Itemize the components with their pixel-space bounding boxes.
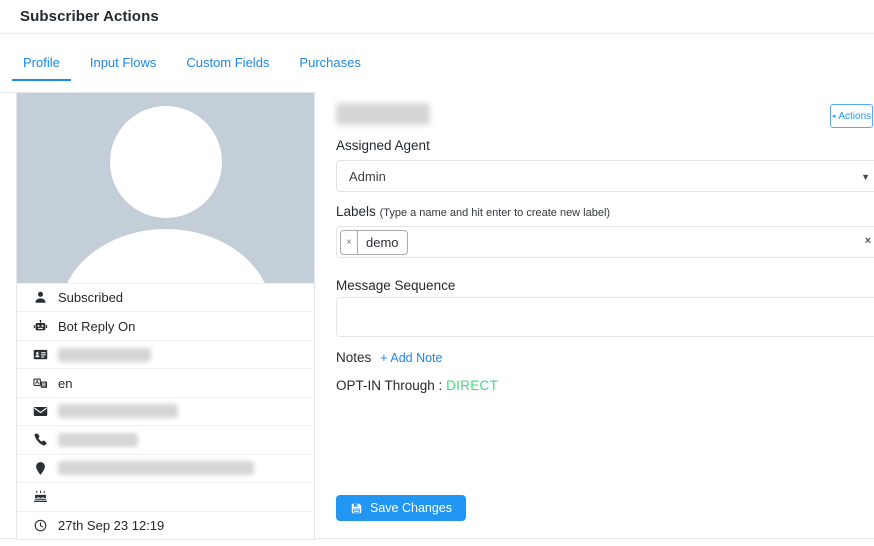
list-item-subscribed-date: 27th Sep 23 12:19 — [17, 511, 314, 539]
location-pin-icon — [32, 460, 48, 476]
header-bar: Subscriber Actions — [0, 0, 874, 34]
label-tag: × demo — [340, 230, 408, 255]
caret-left-icon: ◂ — [832, 113, 836, 120]
subscription-status-value: Subscribed — [58, 290, 123, 305]
language-icon: AB — [32, 375, 48, 391]
birthday-cake-icon — [32, 489, 48, 505]
language-value: en — [58, 376, 72, 391]
list-item-birthday — [17, 482, 314, 510]
list-item-subscriber-id — [17, 340, 314, 368]
person-icon — [32, 290, 48, 306]
tab-profile[interactable]: Profile — [12, 48, 71, 81]
list-item-subscription-status: Subscribed — [17, 283, 314, 311]
labels-hint: (Type a name and hit enter to create new… — [380, 207, 611, 219]
chevron-down-icon: ▼ — [861, 172, 870, 182]
message-sequence-label: Message Sequence — [336, 278, 455, 293]
list-item-language: AB en — [17, 368, 314, 396]
remove-tag-button[interactable]: × — [341, 231, 358, 254]
clock-icon — [32, 517, 48, 533]
avatar-placeholder-head — [110, 106, 222, 218]
list-item-bot-reply: Bot Reply On — [17, 311, 314, 339]
details-panel: ◂ Actions Assigned Agent Admin ▼ Labels … — [316, 92, 874, 538]
add-note-link[interactable]: + Add Note — [380, 351, 442, 365]
subscriber-actions-screen: Subscriber Actions Profile Input Flows C… — [0, 0, 874, 546]
actions-button-label: Actions — [838, 111, 871, 122]
redacted-phone — [58, 433, 138, 447]
label-tag-text: demo — [358, 231, 407, 254]
profile-attribute-list: Subscribed Bot Reply On AB en — [17, 283, 314, 539]
optin-row: OPT-IN Through : DIRECT — [336, 378, 498, 393]
assigned-agent-value: Admin — [349, 169, 386, 184]
list-item-location — [17, 454, 314, 482]
tab-purchases[interactable]: Purchases — [288, 48, 371, 81]
tab-bar: Profile Input Flows Custom Fields Purcha… — [12, 48, 380, 81]
page-title: Subscriber Actions — [20, 8, 159, 25]
avatar-placeholder-shoulders — [60, 229, 272, 283]
bot-reply-status-value: Bot Reply On — [58, 319, 135, 334]
clear-labels-button[interactable]: × — [865, 236, 871, 247]
save-floppy-icon — [350, 502, 363, 515]
redacted-subscriber-id — [58, 348, 151, 362]
redacted-email — [58, 404, 178, 418]
assigned-agent-label: Assigned Agent — [336, 138, 430, 153]
svg-text:A: A — [35, 380, 39, 386]
actions-button[interactable]: ◂ Actions — [830, 104, 873, 128]
notes-label: Notes — [336, 350, 371, 365]
robot-icon — [32, 318, 48, 334]
tab-input-flows[interactable]: Input Flows — [79, 48, 167, 81]
subscribed-date-value: 27th Sep 23 12:19 — [58, 518, 164, 533]
notes-row: Notes + Add Note — [336, 350, 442, 365]
optin-value: DIRECT — [446, 378, 498, 393]
avatar — [17, 93, 314, 283]
redacted-location — [58, 461, 254, 475]
labels-label: Labels (Type a name and hit enter to cre… — [336, 204, 610, 219]
assigned-agent-select[interactable]: Admin ▼ — [336, 160, 874, 192]
optin-label: OPT-IN Through : — [336, 378, 442, 393]
envelope-icon — [32, 403, 48, 419]
phone-icon — [32, 432, 48, 448]
message-sequence-input[interactable] — [336, 297, 874, 337]
redacted-subscriber-name — [336, 103, 430, 125]
profile-card: Subscribed Bot Reply On AB en — [16, 92, 315, 540]
svg-text:B: B — [41, 382, 45, 388]
save-button-label: Save Changes — [370, 501, 452, 515]
tab-custom-fields[interactable]: Custom Fields — [175, 48, 280, 81]
id-card-icon — [32, 347, 48, 363]
list-item-phone — [17, 425, 314, 453]
labels-input[interactable]: × demo × — [336, 226, 874, 258]
save-changes-button[interactable]: Save Changes — [336, 495, 466, 521]
list-item-email — [17, 397, 314, 425]
